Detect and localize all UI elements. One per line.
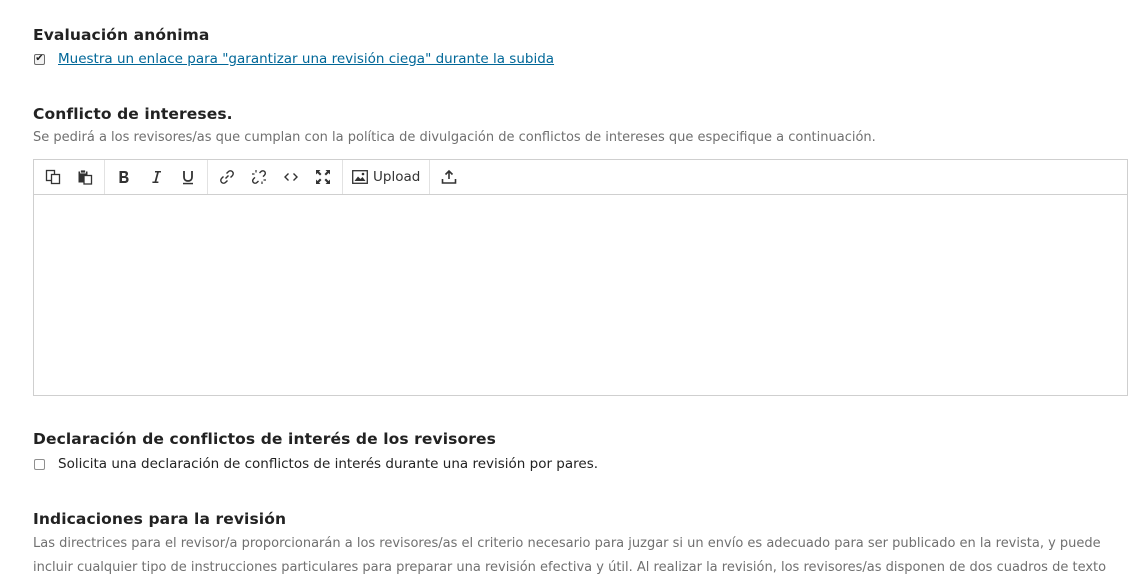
underline-button[interactable] xyxy=(172,160,204,194)
unlink-icon xyxy=(251,169,267,185)
italic-button[interactable] xyxy=(140,160,172,194)
toolbar-group-file xyxy=(430,160,468,194)
copy-icon xyxy=(45,169,61,185)
fullscreen-button[interactable] xyxy=(307,160,339,194)
upload-file-button[interactable] xyxy=(433,160,465,194)
italic-icon xyxy=(149,169,163,185)
conflict-of-interest-description: Se pedirá a los revisores/as que cumplan… xyxy=(33,130,876,145)
reviewer-competing-interests-checkbox[interactable] xyxy=(34,458,45,470)
toolbar-group-media: Upload xyxy=(343,160,431,194)
image-upload-button[interactable]: Upload xyxy=(346,160,426,194)
anonymous-review-option[interactable]: ✔ Muestra un enlace para "garantizar una… xyxy=(33,51,554,67)
anonymous-review-link[interactable]: Muestra un enlace para "garantizar una r… xyxy=(58,51,554,67)
link-button[interactable] xyxy=(211,160,243,194)
paste-icon xyxy=(77,169,93,185)
underline-icon xyxy=(181,169,195,185)
reviewer-competing-interests-title: Declaración de conflictos de interés de … xyxy=(33,430,496,448)
fullscreen-icon xyxy=(315,169,331,185)
link-icon xyxy=(219,169,235,185)
editor-toolbar: Upload xyxy=(34,160,1127,195)
review-guidelines-title: Indicaciones para la revisión xyxy=(33,510,287,528)
unlink-button[interactable] xyxy=(243,160,275,194)
conflict-of-interest-title: Conflicto de intereses. xyxy=(33,105,233,123)
code-icon xyxy=(283,169,299,185)
reviewer-competing-interests-label[interactable]: Solicita una declaración de conflictos d… xyxy=(58,456,598,472)
bold-button[interactable] xyxy=(108,160,140,194)
upload-icon xyxy=(441,169,457,185)
copy-button[interactable] xyxy=(37,160,69,194)
image-icon xyxy=(352,170,373,184)
editor-text-area[interactable] xyxy=(34,195,1127,395)
paste-button[interactable] xyxy=(69,160,101,194)
conflict-of-interest-editor: Upload xyxy=(33,159,1128,396)
anonymous-review-title: Evaluación anónima xyxy=(33,26,210,44)
code-button[interactable] xyxy=(275,160,307,194)
toolbar-group-insert xyxy=(208,160,343,194)
toolbar-group-format xyxy=(105,160,208,194)
upload-label: Upload xyxy=(373,169,421,185)
review-guidelines-description-line1: Las directrices para el revisor/a propor… xyxy=(33,536,1101,551)
checkmark-icon: ✔ xyxy=(35,53,44,64)
bold-icon xyxy=(117,169,131,185)
anonymous-review-checkbox[interactable]: ✔ xyxy=(34,53,45,65)
toolbar-group-clipboard xyxy=(34,160,105,194)
reviewer-competing-interests-option[interactable]: Solicita una declaración de conflictos d… xyxy=(33,456,598,472)
review-guidelines-description-line2: incluir cualquier tipo de instrucciones … xyxy=(33,560,1107,575)
